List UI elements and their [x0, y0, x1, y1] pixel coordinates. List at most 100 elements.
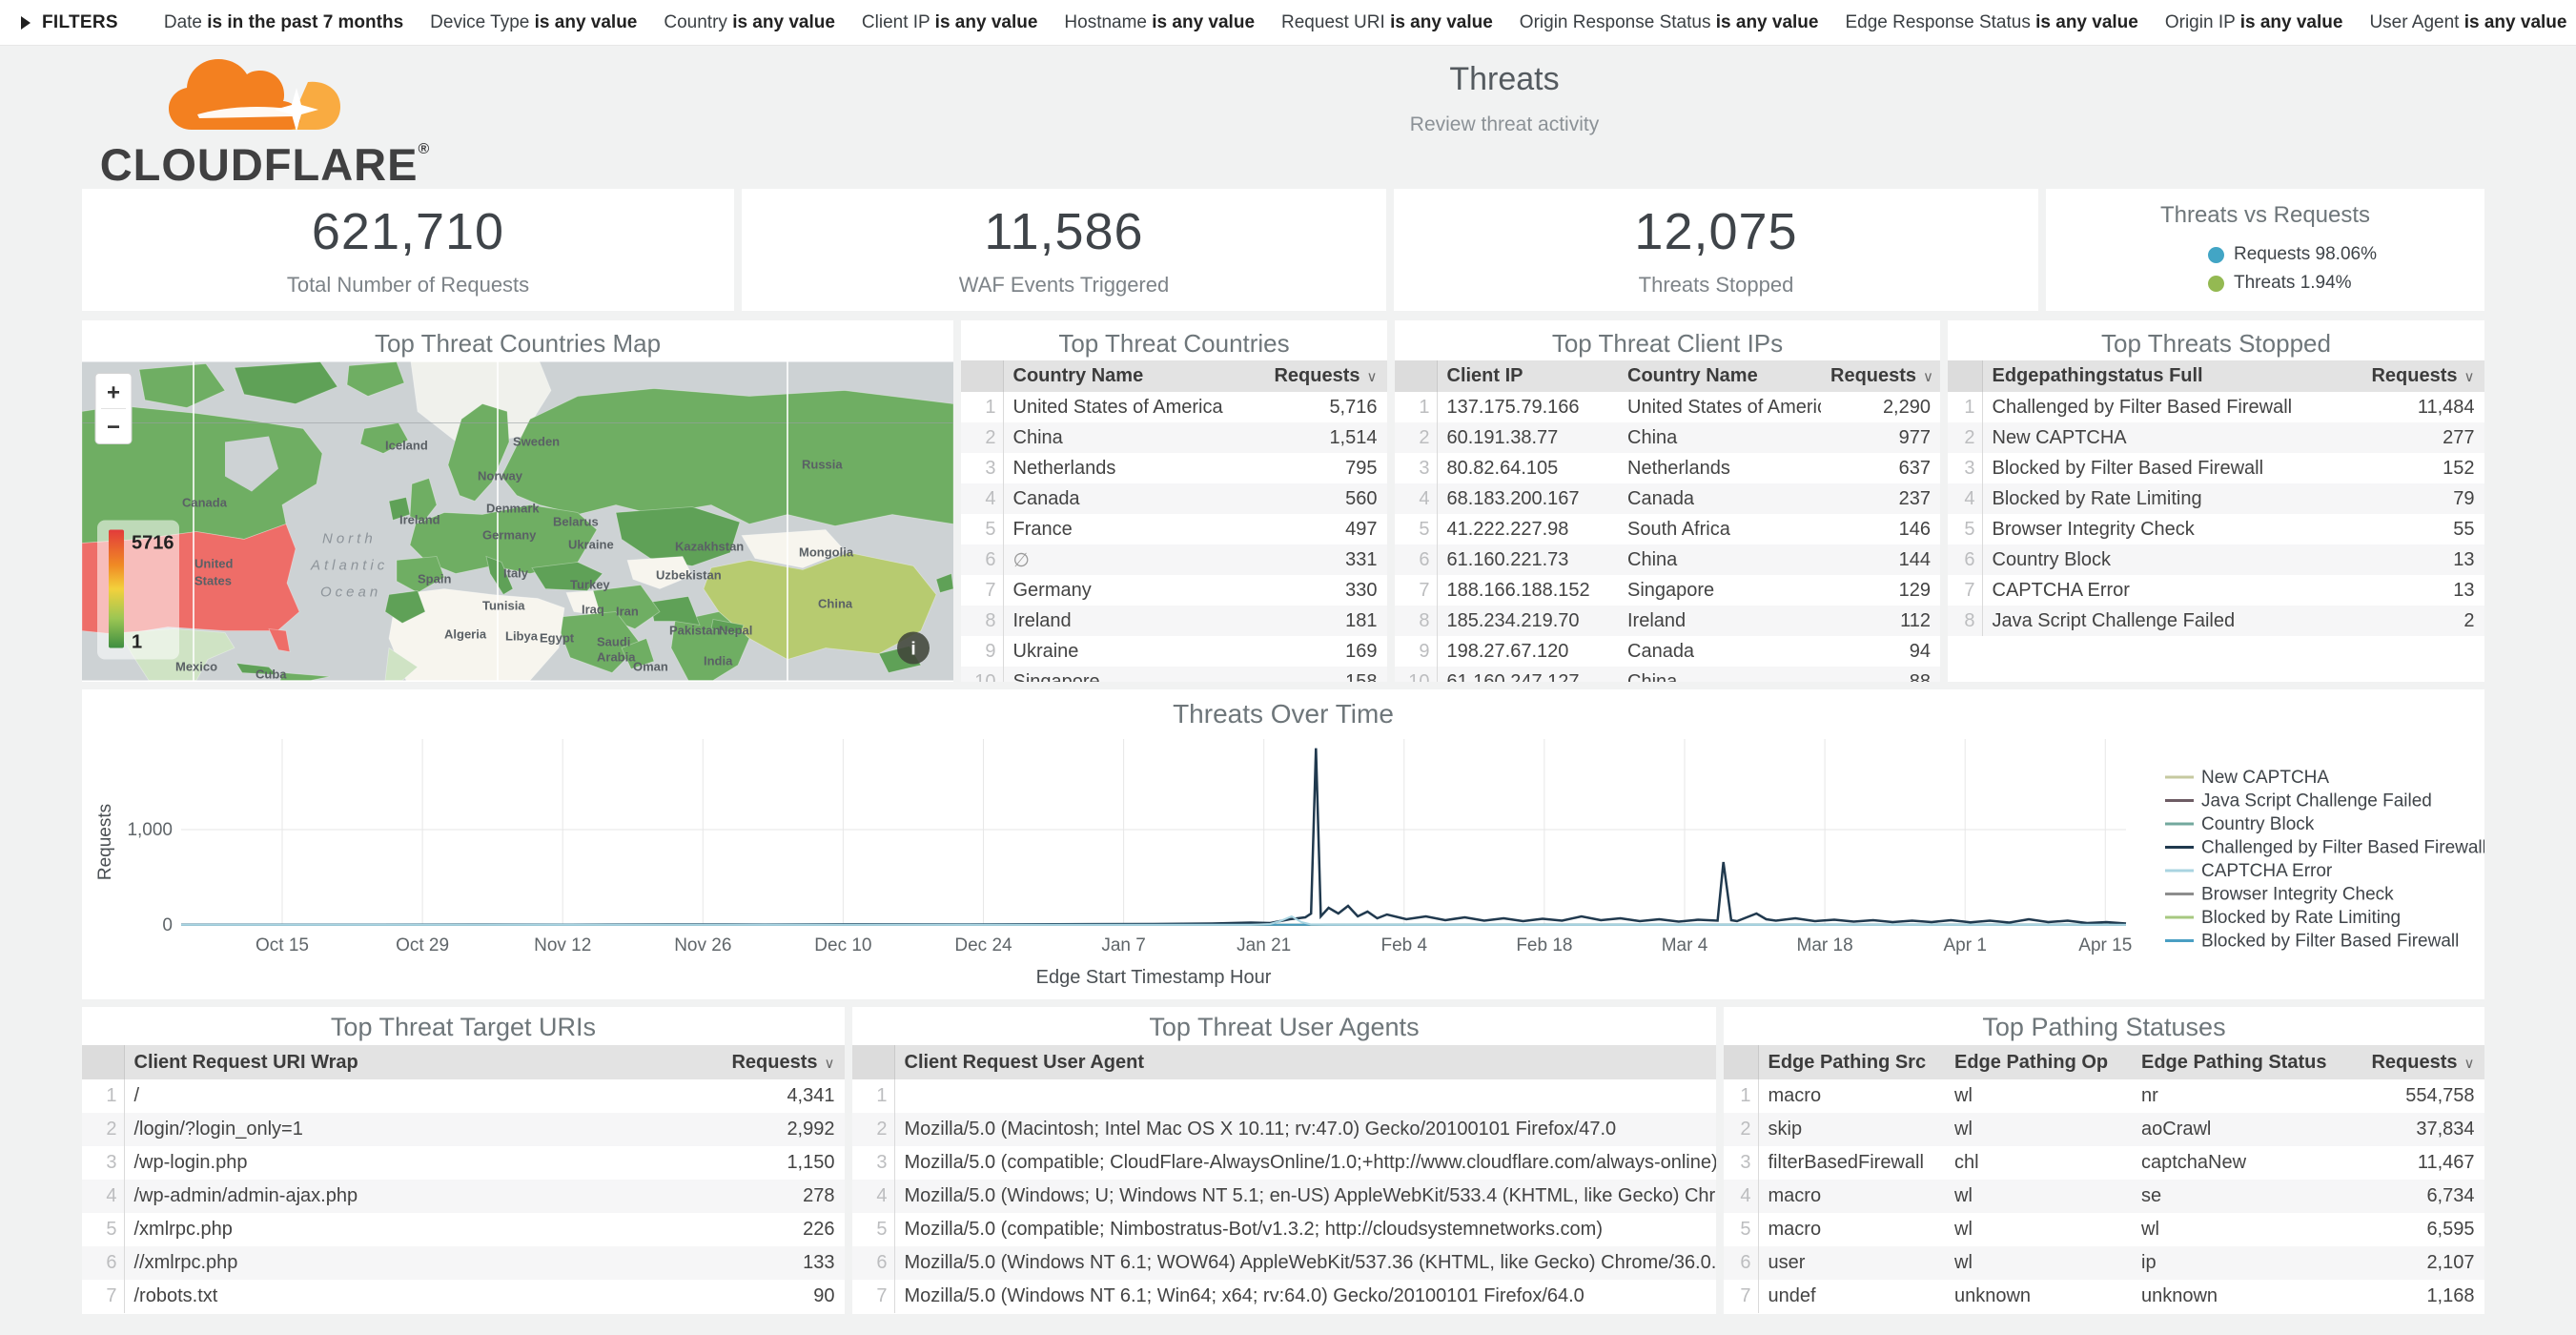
chart-legend-item[interactable]: Challenged by Filter Based Firewall [2165, 838, 2484, 858]
map-info-button[interactable]: i [897, 632, 930, 665]
table-row[interactable]: 7Germany330 [961, 575, 1387, 606]
requests-sort-header[interactable]: Requests∨ [702, 1045, 845, 1079]
chart-legend-item[interactable]: Java Script Challenge Failed [2165, 791, 2432, 811]
table-row[interactable]: 1Challenged by Filter Based Firewall11,4… [1948, 392, 2484, 422]
table-row[interactable]: 1macrowlnr554,758 [1724, 1079, 2484, 1113]
filter-item-origin-response-status[interactable]: Origin Response Status is any value [1520, 12, 1819, 32]
table-row[interactable]: 5France497 [961, 514, 1387, 544]
filter-item-client-ip[interactable]: Client IP is any value [862, 12, 1037, 32]
table-row[interactable]: 1United States of America5,716 [961, 392, 1387, 422]
table-row[interactable]: 661.160.221.73China144 [1395, 544, 1940, 575]
map-country-label: Mexico [175, 660, 217, 674]
table-row[interactable]: 2China1,514 [961, 422, 1387, 453]
table-row[interactable]: 7/robots.txt90 [82, 1280, 845, 1313]
table-row[interactable]: 4Blocked by Rate Limiting79 [1948, 483, 2484, 514]
column-header: Country Name [1003, 360, 1254, 392]
table-row[interactable]: 1 [852, 1079, 1716, 1113]
table-row[interactable]: 380.82.64.105Netherlands637 [1395, 453, 1940, 483]
filter-item-edge-response-status[interactable]: Edge Response Status is any value [1845, 12, 2137, 32]
table-row[interactable]: 2New CAPTCHA277 [1948, 422, 2484, 453]
table-row[interactable]: 2Mozilla/5.0 (Macintosh; Intel Mac OS X … [852, 1113, 1716, 1146]
row-index: 2 [1948, 422, 1982, 453]
table-row[interactable]: 7CAPTCHA Error13 [1948, 575, 2484, 606]
table-cell: 129 [1821, 575, 1940, 606]
table-cell: 226 [702, 1213, 845, 1246]
map-country-label: Nepal [719, 624, 752, 638]
map-zoom-out-button[interactable]: − [107, 415, 120, 441]
table-row[interactable]: 5Browser Integrity Check55 [1948, 514, 2484, 544]
filters-toggle[interactable]: FILTERS [42, 12, 118, 33]
requests-sort-header[interactable]: Requests∨ [2341, 360, 2484, 392]
top-threat-client-ips-panel: Top Threat Client IPs Client IPCountry N… [1395, 320, 1940, 682]
table-cell: China [1618, 544, 1821, 575]
table-row[interactable]: 1137.175.79.166United States of America2… [1395, 392, 1940, 422]
chart-legend-item[interactable]: Browser Integrity Check [2165, 885, 2394, 905]
table-row[interactable]: 2/login/?login_only=12,992 [82, 1113, 845, 1146]
table-row[interactable]: 6∅331 [961, 544, 1387, 575]
table-row[interactable]: 7Mozilla/5.0 (Windows NT 6.1; Win64; x64… [852, 1280, 1716, 1313]
table-cell: 977 [1821, 422, 1940, 453]
filter-item-hostname[interactable]: Hostname is any value [1064, 12, 1255, 32]
chart-legend-item[interactable]: Blocked by Rate Limiting [2165, 908, 2401, 928]
requests-sort-header[interactable]: Requests∨ [1254, 360, 1387, 392]
table-row[interactable]: 7188.166.188.152Singapore129 [1395, 575, 1940, 606]
threats-vs-requests-legend: Requests 98.06%Threats 1.94% [2208, 244, 2377, 294]
requests-sort-header[interactable]: Requests∨ [1821, 360, 1940, 392]
table-row[interactable]: 5/xmlrpc.php226 [82, 1213, 845, 1246]
chart-legend-item[interactable]: Country Block [2165, 814, 2315, 834]
threats-vs-requests-card: Threats vs Requests Requests 98.06%Threa… [2046, 189, 2484, 311]
table-row[interactable]: 6Mozilla/5.0 (Windows NT 6.1; WOW64) App… [852, 1246, 1716, 1280]
table-row[interactable]: 3Netherlands795 [961, 453, 1387, 483]
filter-item-date[interactable]: Date is in the past 7 months [164, 12, 403, 32]
map-ocean-label: Ocean [320, 585, 381, 601]
legend-dot-icon [2208, 276, 2224, 292]
requests-sort-header[interactable]: Requests∨ [2347, 1045, 2484, 1079]
table-row[interactable]: 10Singapore158 [961, 667, 1387, 682]
row-index: 3 [82, 1146, 124, 1180]
filter-item-country[interactable]: Country is any value [664, 12, 835, 32]
filter-item-device-type[interactable]: Device Type is any value [430, 12, 637, 32]
chart-legend-item[interactable]: CAPTCHA Error [2165, 861, 2333, 881]
table-row[interactable]: 468.183.200.167Canada237 [1395, 483, 1940, 514]
table-row[interactable]: 2skipwlaoCrawl37,834 [1724, 1113, 2484, 1146]
page-subtitle: Review threat activity [1410, 113, 1599, 136]
table-row[interactable]: 1/4,341 [82, 1079, 845, 1113]
table-row[interactable]: 8Java Script Challenge Failed2 [1948, 606, 2484, 636]
table-row[interactable]: 7undefunknownunknown1,168 [1724, 1280, 2484, 1313]
table-row[interactable]: 541.222.227.98South Africa146 [1395, 514, 1940, 544]
table-row[interactable]: 3Mozilla/5.0 (compatible; CloudFlare-Alw… [852, 1146, 1716, 1180]
table-row[interactable]: 5macrowlwl6,595 [1724, 1213, 2484, 1246]
chart-legend-item[interactable]: New CAPTCHA [2165, 768, 2329, 788]
row-index: 6 [82, 1246, 124, 1280]
table-row[interactable]: 8Ireland181 [961, 606, 1387, 636]
x-axis-tick: Feb 18 [1516, 935, 1572, 955]
map-zoom-in-button[interactable]: + [107, 380, 120, 406]
table-row[interactable]: 3Blocked by Filter Based Firewall152 [1948, 453, 2484, 483]
table-row[interactable]: 9Ukraine169 [961, 636, 1387, 667]
pathing-table: Edge Pathing SrcEdge Pathing OpEdge Path… [1724, 1045, 2484, 1313]
table-row[interactable]: 6Country Block13 [1948, 544, 2484, 575]
user_agents-table: Client Request User Agent12Mozilla/5.0 (… [852, 1045, 1716, 1313]
table-row[interactable]: 6userwlip2,107 [1724, 1246, 2484, 1280]
filter-item-request-uri[interactable]: Request URI is any value [1281, 12, 1493, 32]
filter-item-user-agent[interactable]: User Agent is any value [2369, 12, 2566, 32]
table-row[interactable]: 4macrowlse6,734 [1724, 1180, 2484, 1213]
table-row[interactable]: 4Mozilla/5.0 (Windows; U; Windows NT 5.1… [852, 1180, 1716, 1213]
table-row[interactable]: 4/wp-admin/admin-ajax.php278 [82, 1180, 845, 1213]
world-map[interactable]: CanadaUnitedStatesMexicoCubaIcelandIrela… [82, 360, 953, 682]
row-index: 4 [852, 1180, 894, 1213]
row-index: 5 [961, 514, 1003, 544]
table-row[interactable]: 4Canada560 [961, 483, 1387, 514]
table-row[interactable]: 8185.234.219.70Ireland112 [1395, 606, 1940, 636]
row-index: 2 [1395, 422, 1437, 453]
table-row[interactable]: 1061.160.247.127China88 [1395, 667, 1940, 682]
table-row[interactable]: 3filterBasedFirewallchlcaptchaNew11,467 [1724, 1146, 2484, 1180]
chart-legend-item[interactable]: Blocked by Filter Based Firewall [2165, 932, 2459, 952]
table-row[interactable]: 6//xmlrpc.php133 [82, 1246, 845, 1280]
filter-item-origin-ip[interactable]: Origin IP is any value [2165, 12, 2343, 32]
table-row[interactable]: 3/wp-login.php1,150 [82, 1146, 845, 1180]
table-row[interactable]: 260.191.38.77China977 [1395, 422, 1940, 453]
map-country-label: Libya [505, 629, 539, 644]
table-row[interactable]: 9198.27.67.120Canada94 [1395, 636, 1940, 667]
table-row[interactable]: 5Mozilla/5.0 (compatible; Nimbostratus-B… [852, 1213, 1716, 1246]
